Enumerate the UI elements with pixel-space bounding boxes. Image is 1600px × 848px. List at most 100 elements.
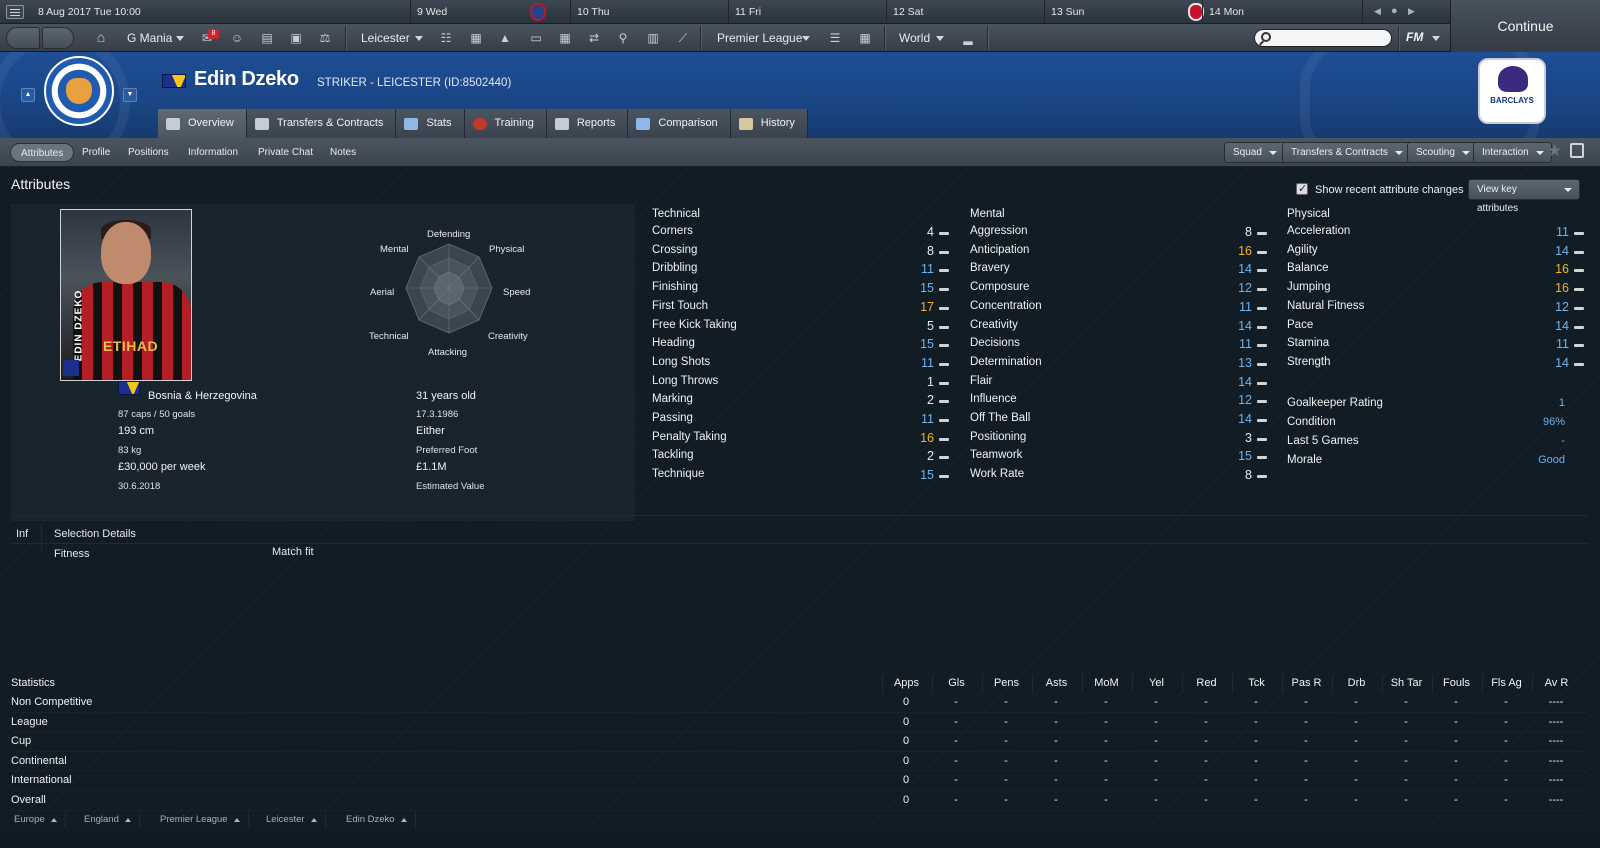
back-button[interactable] xyxy=(6,27,40,49)
subtab-private-chat[interactable]: Private Chat xyxy=(248,143,323,162)
attribute-row[interactable]: Bravery 14 xyxy=(970,262,1267,281)
tactics-icon[interactable]: ▦ xyxy=(468,31,484,45)
attribute-row[interactable]: Stamina 11 xyxy=(1287,337,1584,356)
tab-reports[interactable]: Reports xyxy=(546,109,629,138)
attribute-row[interactable]: Penalty Taking 16 xyxy=(652,431,949,450)
attribute-row[interactable]: Dribbling 11 xyxy=(652,262,949,281)
attribute-row[interactable]: Influence 12 xyxy=(970,393,1267,412)
chart-icon[interactable]: ⟋ xyxy=(675,31,691,45)
subtab-profile[interactable]: Profile xyxy=(72,143,120,162)
show-recent-changes-checkbox[interactable] xyxy=(1296,182,1308,195)
statistics-column-header[interactable]: Pas R xyxy=(1282,673,1330,693)
attribute-row[interactable]: Creativity 14 xyxy=(970,319,1267,338)
calendar-day[interactable]: 11 Fri xyxy=(728,0,886,24)
continue-button[interactable]: Continue xyxy=(1450,0,1600,52)
nationality[interactable]: Bosnia & Herzegovina xyxy=(148,390,257,402)
tab-stats[interactable]: Stats xyxy=(396,109,465,138)
subtab-notes[interactable]: Notes xyxy=(320,143,366,162)
statistics-column-header[interactable]: Sh Tar xyxy=(1382,673,1430,693)
tab-training[interactable]: Training xyxy=(464,109,547,138)
manager-menu[interactable]: G Mania xyxy=(127,24,172,52)
squad-dropdown[interactable]: Squad xyxy=(1224,142,1285,163)
statistics-column-header[interactable]: Apps xyxy=(882,673,930,693)
transfers-contracts-dropdown[interactable]: Transfers & Contracts xyxy=(1282,142,1411,163)
attribute-row[interactable]: Concentration 11 xyxy=(970,300,1267,319)
notes-icon[interactable] xyxy=(1570,143,1584,158)
attribute-row[interactable]: Natural Fitness 12 xyxy=(1287,300,1584,319)
table-list-icon[interactable]: ☰ xyxy=(827,31,843,45)
attribute-row[interactable]: Aggression 8 xyxy=(970,225,1267,244)
breadcrumb-premier-league[interactable]: Premier League xyxy=(160,811,249,829)
schedule-icon[interactable]: ▦ xyxy=(557,31,573,45)
statistics-column-header[interactable]: Red xyxy=(1182,673,1230,693)
attribute-row[interactable]: Heading 15 xyxy=(652,337,949,356)
statistics-column-header[interactable]: Tck xyxy=(1232,673,1280,693)
attribute-row[interactable]: Long Shots 11 xyxy=(652,356,949,375)
attribute-row[interactable]: Teamwork 15 xyxy=(970,449,1267,468)
interaction-dropdown[interactable]: Interaction xyxy=(1473,142,1552,163)
attribute-row[interactable]: Technique 15 xyxy=(652,468,949,487)
attribute-row[interactable]: Anticipation 16 xyxy=(970,244,1267,263)
folder-icon[interactable]: ▭ xyxy=(528,31,544,45)
tab-history[interactable]: History xyxy=(730,109,808,138)
attribute-row[interactable]: Jumping 16 xyxy=(1287,281,1584,300)
scouting-icon[interactable]: ⚲ xyxy=(615,31,631,45)
scouting-dropdown[interactable]: Scouting xyxy=(1407,142,1478,163)
calendar-menu-icon[interactable] xyxy=(6,5,24,19)
attribute-row[interactable]: First Touch 17 xyxy=(652,300,949,319)
statistics-column-header[interactable]: MoM xyxy=(1082,673,1130,693)
statistics-column-header[interactable]: Asts xyxy=(1032,673,1080,693)
crest-down-arrow-icon[interactable]: ▼ xyxy=(123,88,137,102)
manager-profile-icon[interactable]: ☺ xyxy=(229,31,245,45)
subtab-positions[interactable]: Positions xyxy=(118,143,179,162)
fm-menu[interactable]: FM xyxy=(1406,30,1446,46)
calendar-next-icon[interactable]: ▶ xyxy=(1408,6,1415,17)
statistics-column-header[interactable]: Drb xyxy=(1332,673,1380,693)
attribute-row[interactable]: Passing 11 xyxy=(652,412,949,431)
attribute-row[interactable]: Off The Ball 14 xyxy=(970,412,1267,431)
attribute-row[interactable]: Marking 2 xyxy=(652,393,949,412)
calendar-prev-icon[interactable]: ◀ xyxy=(1374,6,1381,17)
tab-transfers-contracts[interactable]: Transfers & Contracts xyxy=(246,109,397,138)
attribute-row[interactable]: Balance 16 xyxy=(1287,262,1584,281)
statistics-column-header[interactable]: Gls xyxy=(932,673,980,693)
attribute-row[interactable]: Decisions 11 xyxy=(970,337,1267,356)
search-input[interactable] xyxy=(1254,29,1392,47)
subtab-information[interactable]: Information xyxy=(178,143,248,162)
attribute-row[interactable]: Acceleration 11 xyxy=(1287,225,1584,244)
attribute-row[interactable]: Tackling 2 xyxy=(652,449,949,468)
attribute-row[interactable]: Long Throws 1 xyxy=(652,375,949,394)
breadcrumb-player[interactable]: Edin Dzeko xyxy=(346,811,416,829)
home-icon[interactable]: ⌂ xyxy=(93,30,109,44)
calendar-day[interactable]: 14 Mon xyxy=(1202,0,1362,24)
statistics-column-header[interactable]: Fouls xyxy=(1432,673,1480,693)
podium-icon[interactable]: ▂ xyxy=(960,31,976,45)
crest-up-arrow-icon[interactable]: ▲ xyxy=(21,88,35,102)
statistics-column-header[interactable]: Av R xyxy=(1532,673,1580,693)
tab-comparison[interactable]: Comparison xyxy=(628,109,731,138)
breadcrumb-england[interactable]: England xyxy=(84,811,140,829)
scales-icon[interactable]: ⚖ xyxy=(317,31,333,45)
forward-button[interactable] xyxy=(42,27,74,49)
attribute-row[interactable]: Pace 14 xyxy=(1287,319,1584,338)
attribute-row[interactable]: Strength 14 xyxy=(1287,356,1584,375)
calendar-day[interactable]: 12 Sat xyxy=(886,0,1044,24)
calendar-day[interactable]: 9 Wed xyxy=(410,0,570,24)
attribute-row[interactable]: Work Rate 8 xyxy=(970,468,1267,487)
tab-overview[interactable]: Overview xyxy=(158,109,247,138)
squad-icon[interactable]: ☷ xyxy=(438,31,454,45)
competition-menu[interactable]: Premier League xyxy=(717,24,802,52)
breadcrumb-europe[interactable]: Europe xyxy=(14,811,66,829)
attribute-row[interactable]: Determination 13 xyxy=(970,356,1267,375)
clipboard-icon[interactable]: ▤ xyxy=(259,31,275,45)
subtab-attributes[interactable]: Attributes xyxy=(10,143,75,162)
statistics-column-header[interactable]: Yel xyxy=(1132,673,1180,693)
club-menu[interactable]: Leicester xyxy=(361,24,410,52)
calendar-today-icon[interactable]: ● xyxy=(1391,5,1398,17)
calendar-day[interactable]: 13 Sun xyxy=(1044,0,1202,24)
attribute-row[interactable]: Composure 12 xyxy=(970,281,1267,300)
attribute-row[interactable]: Positioning 3 xyxy=(970,431,1267,450)
world-menu[interactable]: World xyxy=(899,24,930,52)
star-icon[interactable]: ★ xyxy=(1547,141,1562,161)
training-icon[interactable]: ▲ xyxy=(497,31,513,45)
